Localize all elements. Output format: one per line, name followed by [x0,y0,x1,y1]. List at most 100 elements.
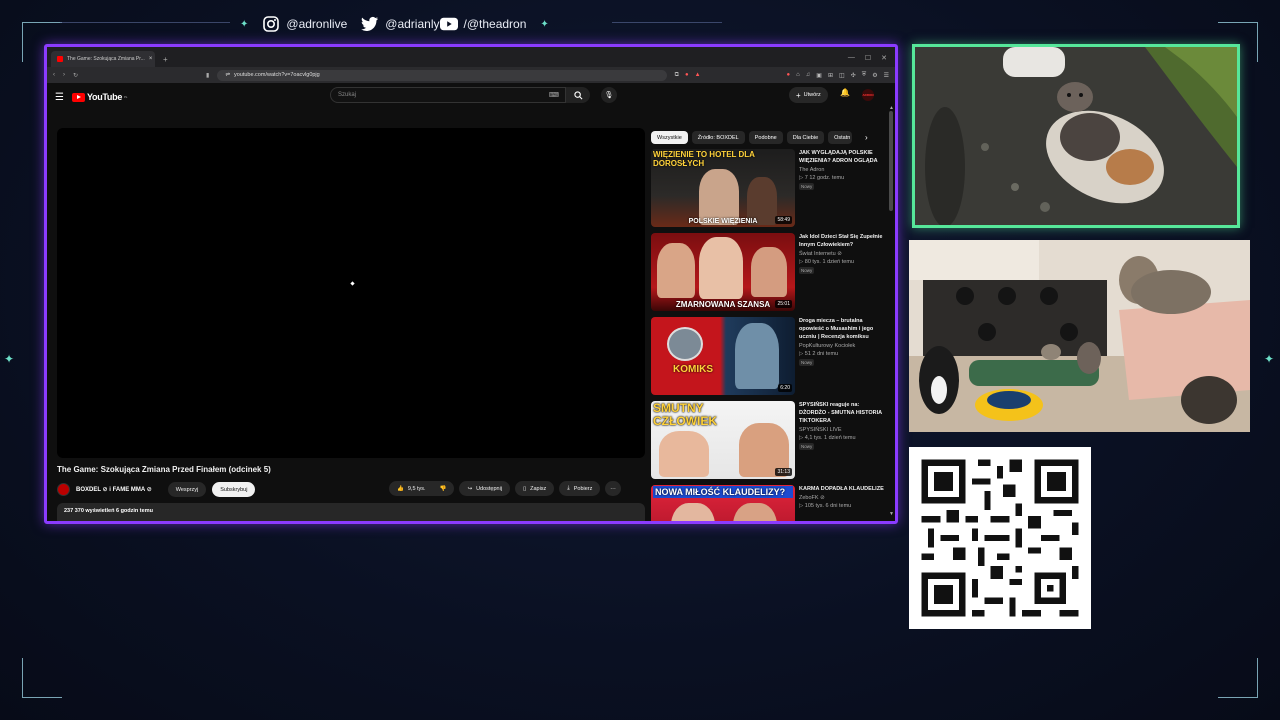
recommendation-title[interactable]: KARMA DOPADŁA KLAUDELIZE [799,485,887,493]
browser-tab-title: The Game: Szokująca Zmiana Pr... [67,56,145,62]
video-thumbnail[interactable]: SMUTNY CZŁOWIEK 31:13 [651,401,795,479]
mouse-cursor [350,281,355,286]
social-twitter: @adrianly [361,15,440,33]
save-button[interactable]: ▯ Zapisz [515,481,555,496]
thumbnail-person [733,503,777,521]
scroll-down-icon[interactable]: ▼ [889,511,894,517]
recommendation-title[interactable]: Jak Idol Dzieci Stał Się Zupełnie Innym … [799,233,887,249]
video-thumbnail[interactable]: KOMIKS 6:20 [651,317,795,395]
close-window-icon[interactable]: ✕ [881,54,887,62]
extension-icon[interactable]: ◫ [839,72,845,79]
chip-source[interactable]: Źródło: BOXDEL [691,131,745,144]
minimize-icon[interactable]: — [848,54,855,62]
youtube-region-label: PL [124,95,128,99]
overlay-top-line-right [612,22,722,23]
site-info-icon[interactable]: ⇌ [225,72,230,78]
overlay-corner-bottom-right [1218,658,1258,698]
page-scrollbar[interactable] [889,111,893,211]
extension-icon[interactable]: ▲ [695,72,701,79]
recommendation-channel[interactable]: SPYSIŃSKI LIVE [799,426,887,434]
chip-for-you[interactable]: Dla Ciebie [786,131,825,144]
dislike-icon[interactable]: 👎 [440,486,447,492]
chip-recent[interactable]: Ostatn [828,131,853,144]
youtube-logo[interactable]: YouTube PL [71,92,128,102]
create-button[interactable]: + Utwórz [789,87,828,103]
reload-icon[interactable]: ↻ [73,72,78,79]
instagram-icon [262,15,280,33]
chip-all[interactable]: Wszystkie [651,131,688,144]
extension-icon[interactable]: ▣ [816,72,822,79]
shield-icon[interactable]: ⛨ [862,72,867,79]
window-controls: — ☐ ✕ [840,54,895,67]
video-thumbnail[interactable]: WIĘZIENIE TO HOTEL DLA DOROSŁYCH POLSKIE… [651,149,795,227]
extension-icon[interactable]: ● [685,72,689,79]
qr-code-image [909,447,1091,629]
recommendation-info: Droga miecza – brutalna opowieść o Musas… [799,317,887,367]
keyboard-icon[interactable]: ⌨ [549,91,559,99]
channel-name[interactable]: BOXDEL ⊘ i FAME MMA ⊘ [76,486,152,493]
thumbnail-text: NOWA MIŁOŚĆ KLAUDELIZY? [653,486,793,498]
search-input[interactable]: Szukaj ⌨ [330,87,566,103]
new-tab-button[interactable]: + [155,55,176,67]
social-youtube: /@theadron [439,15,526,33]
recommendation-channel[interactable]: The Adron [799,166,887,174]
recommendation-info: KARMA DOPADŁA KLAUDELIZE ZeboFK ⊘ ▷ 105 … [799,485,887,510]
recommendation-item[interactable]: NOWA MIŁOŚĆ KLAUDELIZY? KARMA DOPADŁA KL… [651,485,887,521]
recommendation-title[interactable]: Droga miecza – brutalna opowieść o Musas… [799,317,887,341]
search-placeholder: Szukaj [338,92,357,98]
download-button[interactable]: ⤓ Pobierz [559,481,601,496]
youtube-favicon-icon [57,56,63,62]
music-icon[interactable]: ♫ [806,72,811,79]
thumbnail-text: KOMIKS [673,364,713,375]
recommendation-item[interactable]: KOMIKS 6:20 Droga miecza – brutalna opow… [651,317,887,401]
recommendation-title[interactable]: SPYSIŃSKI reaguje na: DŻORDŻO - SMUTNA H… [799,401,887,425]
back-icon[interactable]: ‹ [53,72,55,78]
voice-search-button[interactable]: 🎙 [601,87,617,103]
url-field[interactable]: ⇌ youtube.com/watch?v=7oacvlg0pjg [217,69,667,81]
pet-camera-feed-2 [909,240,1250,432]
support-button[interactable]: Wesprzyj [167,482,207,497]
forward-icon[interactable]: › [63,72,65,78]
record-icon[interactable]: ● [787,72,791,79]
video-thumbnail[interactable]: ZMARNOWANA SZANSA 25:01 [651,233,795,311]
close-tab-icon[interactable]: × [149,56,153,62]
video-description-box[interactable]: 237 370 wyświetleń 6 godzin temu [57,503,645,521]
social-instagram: @adronlive [262,15,347,33]
video-player[interactable] [57,128,645,458]
recommendation-filter-chips: Wszystkie Źródło: BOXDEL Podobne Dla Cie… [651,131,853,144]
menu-icon[interactable]: ☰ [884,72,889,79]
extension-icon[interactable]: ⊞ [828,72,833,79]
recommendation-channel[interactable]: PopKulturowy Kociołek [799,342,887,350]
channel-avatar[interactable] [57,483,70,496]
search-button[interactable] [566,87,590,103]
recommendation-title[interactable]: JAK WYGLĄDAJĄ POLSKIE WIĘZIENIA? ADRON O… [799,149,887,165]
share-button[interactable]: ↪ Udostępnij [459,481,511,496]
video-thumbnail[interactable]: NOWA MIŁOŚĆ KLAUDELIZY? [651,485,795,521]
open-in-app-icon[interactable]: ⧉ [675,72,679,79]
subscribe-button[interactable]: Subskrybuj [212,482,256,497]
thumbnail-person [657,243,695,298]
thumbs-up-icon: 👍 [397,485,404,492]
recommendation-item[interactable]: WIĘZIENIE TO HOTEL DLA DOROSŁYCH POLSKIE… [651,149,887,233]
bookmark-icon[interactable]: ▮ [206,72,209,79]
account-avatar[interactable]: ADRON [862,89,874,101]
recommendation-channel[interactable]: Świat Internetu ⊘ [799,250,887,258]
settings-icon[interactable]: ⚙ [872,72,877,79]
recommendation-item[interactable]: SMUTNY CZŁOWIEK 31:13 SPYSIŃSKI reaguje … [651,401,887,485]
notifications-bell-icon[interactable]: 🔔 [840,88,850,97]
like-button[interactable]: 👍 9,5 tys. 👎 [389,481,455,496]
maximize-icon[interactable]: ☐ [865,54,871,62]
more-actions-button[interactable]: ⋯ [605,481,621,496]
recommendation-channel[interactable]: ZeboFK ⊘ [799,494,887,502]
hamburger-menu-icon[interactable]: ☰ [55,92,64,103]
new-badge: Nowy [799,267,815,274]
browser-tab[interactable]: The Game: Szokująca Zmiana Pr... × [51,51,155,67]
puzzle-icon[interactable]: ✣ [851,72,856,79]
chip-similar[interactable]: Podobne [748,131,783,144]
recommendation-views: ▷ 80 tys. 1 dzień temu [799,259,854,265]
thumbnail-person [659,431,709,477]
extension-icon[interactable]: ⌂ [796,72,800,79]
sparkle-icon: ✦ [540,18,549,30]
chevron-right-icon[interactable]: › [865,133,868,142]
recommendation-item[interactable]: ZMARNOWANA SZANSA 25:01 Jak Idol Dzieci … [651,233,887,317]
